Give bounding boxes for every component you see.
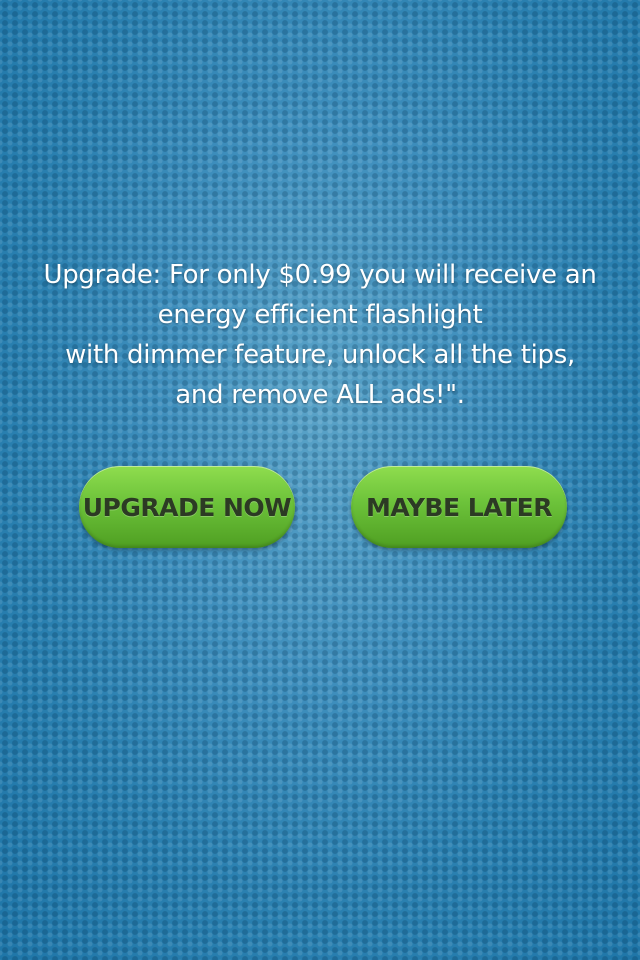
upgrade-now-label: UPGRADE NOW	[82, 492, 292, 522]
upgrade-screen: Upgrade: For only $0.99 you will receive…	[0, 0, 640, 960]
message-line: energy efficient flashlight	[157, 300, 483, 330]
maybe-later-button[interactable]: MAYBE LATER	[351, 466, 567, 548]
upgrade-now-button[interactable]: UPGRADE NOW	[79, 466, 295, 548]
upgrade-message: Upgrade: For only $0.99 you will receive…	[20, 255, 620, 415]
message-line: with dimmer feature, unlock all the tips…	[65, 340, 575, 370]
message-line: and remove ALL ads!".	[175, 380, 465, 410]
maybe-later-label: MAYBE LATER	[366, 492, 553, 522]
message-line: Upgrade: For only $0.99 you will receive…	[43, 260, 597, 290]
